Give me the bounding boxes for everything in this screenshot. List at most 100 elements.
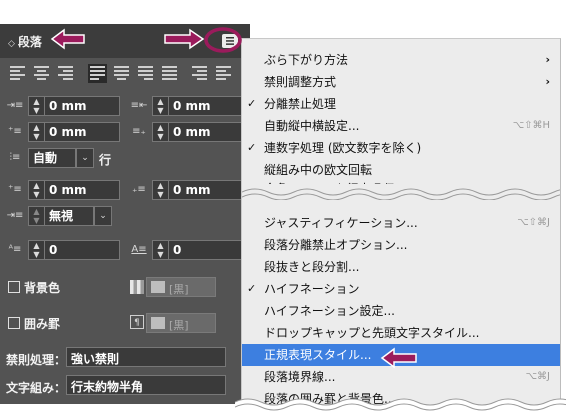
left-indent-field[interactable]: 0 mm xyxy=(44,96,120,116)
last-line-indent-stepper[interactable]: ▲ ▼ xyxy=(152,122,168,142)
submenu-arrow-icon: › xyxy=(545,53,550,66)
annotation-arrow-left-icon xyxy=(50,28,85,50)
drop-cap-lines-icon: ᴬ≡ xyxy=(8,244,22,255)
shading-color-field[interactable]: [黒] xyxy=(146,277,216,297)
menu-item-label: 禁則調整方式 xyxy=(264,75,337,89)
drop-cap-chars-stepper[interactable]: ▲ ▼ xyxy=(152,240,168,260)
menu-item-keep-options[interactable]: 段落分離禁止オプション... xyxy=(242,234,560,256)
align-away-from-spine-button[interactable] xyxy=(216,66,231,81)
right-indent-field[interactable]: 0 mm xyxy=(168,96,244,116)
panel-title[interactable]: ◇ 段落 xyxy=(8,33,42,50)
menu-item-consecutive-numbers[interactable]: ✓ 連数字処理 (欧文数字を除く) xyxy=(242,137,560,159)
mojikumi-select[interactable]: 行末約物半角 xyxy=(66,375,226,395)
collapse-caret-icon[interactable]: ◇ xyxy=(8,39,15,49)
first-line-indent-icon: ⁺≡ xyxy=(8,126,22,137)
left-indent-icon: ⇥≡ xyxy=(6,100,24,111)
checkmark-icon: ✓ xyxy=(247,97,257,110)
justify-center-button[interactable] xyxy=(114,66,129,81)
menu-item-hyphenation[interactable]: ✓ ハイフネーション xyxy=(242,278,560,300)
border-settings-icon[interactable]: ¶ xyxy=(130,315,144,329)
justify-left-button[interactable] xyxy=(88,64,107,83)
space-after-stepper[interactable]: ▲ ▼ xyxy=(152,180,168,200)
auto-lines-icon: ⫶≡ xyxy=(9,152,21,163)
grid-align-stepper[interactable]: ▲ ▼ xyxy=(28,206,44,226)
menu-item-roman-rotation[interactable]: 縦組み中の欧文回転 xyxy=(242,159,560,181)
drop-cap-lines-field[interactable]: 0 xyxy=(44,240,120,260)
align-towards-spine-button[interactable] xyxy=(192,66,207,81)
checkmark-icon: ✓ xyxy=(247,282,257,295)
shading-checkbox[interactable] xyxy=(8,281,20,293)
border-color-field[interactable]: [黒] xyxy=(146,313,216,333)
menu-item-label: ハイフネーション設定... xyxy=(264,304,395,318)
menu-item-hyphenation-settings[interactable]: ハイフネーション設定... xyxy=(242,300,560,322)
drop-cap-lines-stepper[interactable]: ▲ ▼ xyxy=(28,240,44,260)
right-indent-stepper[interactable]: ▲ ▼ xyxy=(152,96,168,116)
paragraph-panel: ◇ 段落 ⇥≡ ▲ ▼ 0 mm ≡⇤ ▲ ▼ 0 mm ⁺≡ ▲ ▼ 0 mm ≡₊ … xyxy=(0,24,250,404)
border-checkbox[interactable] xyxy=(8,317,20,329)
menu-item-label: ぶら下がり方法 xyxy=(264,53,349,67)
kinsoku-label: 禁則処理： xyxy=(6,353,67,367)
left-indent-stepper[interactable]: ▲ ▼ xyxy=(28,96,44,116)
drop-lines-unit: 行 xyxy=(99,153,112,167)
align-to-grid-icon: ⇥≡ xyxy=(6,210,24,221)
annotation-circle-icon xyxy=(204,27,242,53)
menu-item-label: 段落境界線... xyxy=(264,370,336,384)
justify-right-button[interactable] xyxy=(138,66,153,81)
menu-item-hanging-method[interactable]: ぶら下がり方法 › xyxy=(242,49,560,71)
menu-item-justification[interactable]: ジャスティフィケーション... ⌥⇧⌘J xyxy=(242,212,560,234)
drop-cap-chars-icon: A≡ xyxy=(131,244,147,255)
menu-item-label: 縦組み中の欧文回転 xyxy=(264,163,373,177)
panel-title-label: 段落 xyxy=(17,35,42,49)
menu-item-label: ジャスティフィケーション... xyxy=(264,216,418,230)
drop-cap-chars-field[interactable]: 0 xyxy=(168,240,244,260)
kinsoku-select[interactable]: 強い禁則 xyxy=(66,347,226,367)
space-after-icon: ₊≡ xyxy=(132,184,146,195)
menu-item-label: ドロップキャップと先頭文字スタイル... xyxy=(264,326,480,340)
checkmark-icon: ✓ xyxy=(247,141,257,154)
mojikumi-label: 文字組み： xyxy=(6,381,67,395)
grid-align-dropdown[interactable]: ⌄ xyxy=(94,206,112,226)
shading-tint-icon[interactable] xyxy=(130,280,144,294)
right-indent-icon: ≡⇤ xyxy=(130,100,148,111)
drop-lines-field[interactable]: 自動 xyxy=(28,148,76,168)
space-before-stepper[interactable]: ▲ ▼ xyxy=(28,180,44,200)
menu-item-label: 段落分離禁止オプション... xyxy=(264,238,408,252)
shading-color-text: [黒] xyxy=(169,283,189,296)
annotation-arrow-right-icon xyxy=(164,28,205,50)
space-before-field[interactable]: 0 mm xyxy=(44,180,120,200)
first-line-indent-stepper[interactable]: ▲ ▼ xyxy=(28,122,44,142)
submenu-arrow-icon: › xyxy=(545,75,550,88)
grid-align-field[interactable]: 無視 xyxy=(44,206,94,226)
menu-item-keep-together[interactable]: ✓ 分離禁止処理 xyxy=(242,93,560,115)
menu-item-label: 連数字処理 (欧文数字を除く) xyxy=(264,141,422,155)
shading-swatch xyxy=(151,281,165,293)
align-left-button[interactable] xyxy=(10,66,25,81)
menu-item-label: 段抜きと段分割... xyxy=(264,260,360,274)
align-right-button[interactable] xyxy=(58,66,73,81)
menu-item-label: 分離禁止処理 xyxy=(264,97,337,111)
border-color-text: [黒] xyxy=(169,319,189,332)
menu-item-drop-caps-nested-styles[interactable]: ドロップキャップと先頭文字スタイル... xyxy=(242,322,560,344)
menu-item-kinsoku-adjust[interactable]: 禁則調整方式 › xyxy=(242,71,560,93)
menu-item-label: ハイフネーション xyxy=(264,282,360,296)
space-before-icon: ⁺≡ xyxy=(8,184,22,195)
alignment-buttons xyxy=(0,62,250,86)
space-after-field[interactable]: 0 mm xyxy=(168,180,244,200)
justify-all-button[interactable] xyxy=(162,66,177,81)
annotation-arrow-menu-icon xyxy=(380,347,417,369)
kinsoku-value: 強い禁則 xyxy=(71,352,120,366)
drop-lines-dropdown[interactable]: ⌄ xyxy=(76,148,94,168)
menu-item-label: 自動縦中横設定... xyxy=(264,119,360,133)
align-center-button[interactable] xyxy=(34,66,49,81)
border-label: 囲み罫 xyxy=(24,317,61,331)
last-line-indent-icon: ≡₊ xyxy=(132,126,146,137)
menu-item-auto-tate-chu-yoko[interactable]: 自動縦中横設定... ⌥⇧⌘H xyxy=(242,115,560,137)
last-line-indent-field[interactable]: 0 mm xyxy=(168,122,244,142)
menu-item-span-split-columns[interactable]: 段抜きと段分割... xyxy=(242,256,560,278)
menu-torn-edge xyxy=(242,184,560,200)
menu-shortcut: ⌥⇧⌘H xyxy=(512,120,550,131)
menu-bottom-torn-edge xyxy=(235,398,566,418)
mojikumi-value: 行末約物半角 xyxy=(71,380,144,394)
first-line-indent-field[interactable]: 0 mm xyxy=(44,122,120,142)
menu-shortcut: ⌥⇧⌘J xyxy=(517,217,550,228)
